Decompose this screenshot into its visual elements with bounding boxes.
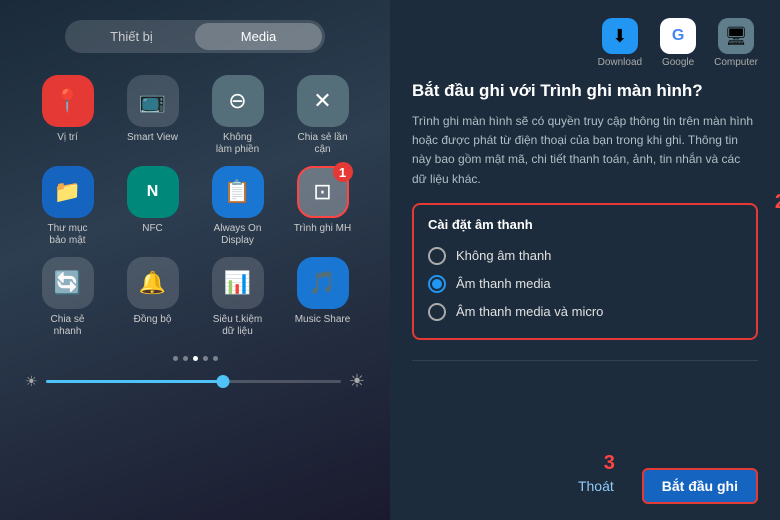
always-on-label: Always OnDisplay bbox=[214, 223, 262, 247]
audio-settings-box: Cài đặt âm thanh Không âm thanh Âm thanh… bbox=[412, 203, 758, 340]
smart-view-icon: 📺 bbox=[127, 75, 179, 127]
radio-media-audio-circle bbox=[428, 275, 446, 293]
brightness-thumb bbox=[216, 375, 229, 388]
radio-media-micro-label: Âm thanh media và micro bbox=[456, 304, 603, 319]
radio-media-audio-label: Âm thanh media bbox=[456, 276, 551, 291]
start-button-label: Bắt đầu ghi bbox=[662, 478, 738, 494]
radio-media-micro[interactable]: Âm thanh media và micro bbox=[428, 298, 742, 326]
icon-smart-view[interactable]: 📺 Smart View bbox=[113, 75, 193, 156]
pagination-dots bbox=[173, 356, 218, 361]
thu-muc-label: Thư mụcbảo mật bbox=[47, 223, 87, 247]
step3-badge: 3 bbox=[604, 452, 615, 475]
always-on-icon: 📋 bbox=[212, 166, 264, 218]
dot-4 bbox=[203, 356, 208, 361]
tab-media[interactable]: Media bbox=[195, 23, 322, 50]
left-panel: Thiết bị Media 📍 Vị trí 📺 Smart View ⊖ K… bbox=[0, 0, 390, 520]
icons-grid: 📍 Vị trí 📺 Smart View ⊖ Khônglàm phiền ✕… bbox=[28, 75, 363, 338]
dialog-title: Bắt đầu ghi với Trình ghi màn hình? bbox=[412, 80, 758, 102]
radio-no-audio-circle bbox=[428, 247, 446, 265]
app-computer[interactable]: 🖥 Computer bbox=[714, 18, 758, 68]
brightness-bar: ☀ ☀ bbox=[25, 371, 365, 392]
right-panel: ⬇ Download G Google 🖥 Computer Bắt đầu g… bbox=[390, 0, 780, 520]
icon-sieu-tiet-kiem[interactable]: 📊 Siêu t.kiệmdữ liệu bbox=[198, 257, 278, 338]
top-apps-row: ⬇ Download G Google 🖥 Computer bbox=[412, 18, 758, 68]
app-download[interactable]: ⬇ Download bbox=[598, 18, 642, 68]
dialog-description: Trình ghi màn hình sẽ có quyền truy cập … bbox=[412, 112, 758, 189]
tab-device[interactable]: Thiết bị bbox=[68, 23, 195, 50]
dot-3 bbox=[193, 356, 198, 361]
dot-1 bbox=[173, 356, 178, 361]
vi-tri-label: Vị trí bbox=[57, 132, 78, 144]
audio-box-title: Cài đặt âm thanh bbox=[428, 217, 742, 232]
dot-2 bbox=[183, 356, 188, 361]
icon-khong-lam-phien[interactable]: ⊖ Khônglàm phiền bbox=[198, 75, 278, 156]
google-label: Google bbox=[662, 57, 694, 68]
icon-vi-tri[interactable]: 📍 Vị trí bbox=[28, 75, 108, 156]
thu-muc-icon: 📁 bbox=[42, 166, 94, 218]
radio-no-audio[interactable]: Không âm thanh bbox=[428, 242, 742, 270]
chia-se-nhanh-icon: 🔄 bbox=[42, 257, 94, 309]
download-icon: ⬇ bbox=[602, 18, 638, 54]
start-recording-button[interactable]: 3 Bắt đầu ghi bbox=[642, 468, 758, 504]
radio-inner-dot bbox=[432, 279, 442, 289]
icon-dong-bo[interactable]: 🔔 Đồng bộ bbox=[113, 257, 193, 338]
vi-tri-icon: 📍 bbox=[42, 75, 94, 127]
dot-5 bbox=[213, 356, 218, 361]
app-google[interactable]: G Google bbox=[660, 18, 696, 68]
icon-thu-muc-bao-mat[interactable]: 📁 Thư mụcbảo mật bbox=[28, 166, 108, 247]
divider bbox=[412, 360, 758, 361]
icon-trinh-ghi-mh[interactable]: ⊡ 1 Trình ghi MH bbox=[283, 166, 363, 247]
exit-button[interactable]: Thoát bbox=[564, 470, 628, 502]
chia-se-nhanh-label: Chia sẻnhanh bbox=[51, 314, 85, 338]
icon-chia-se-nhanh[interactable]: 🔄 Chia sẻnhanh bbox=[28, 257, 108, 338]
radio-no-audio-label: Không âm thanh bbox=[456, 248, 551, 263]
download-label: Download bbox=[598, 57, 642, 68]
radio-media-micro-circle bbox=[428, 303, 446, 321]
sieu-tiet-kiem-icon: 📊 bbox=[212, 257, 264, 309]
icon-music-share[interactable]: 🎵 Music Share bbox=[283, 257, 363, 338]
khong-lam-phien-label: Khônglàm phiền bbox=[216, 132, 259, 156]
brightness-low-icon: ☀ bbox=[25, 373, 38, 390]
google-icon: G bbox=[660, 18, 696, 54]
brightness-track[interactable] bbox=[46, 380, 341, 383]
chia-se-lan-can-label: Chia sẻ lầncận bbox=[297, 132, 347, 156]
step1-badge: 1 bbox=[333, 162, 353, 182]
dong-bo-label: Đồng bộ bbox=[134, 314, 172, 326]
nfc-icon: N bbox=[127, 166, 179, 218]
chia-se-lan-can-icon: ✕ bbox=[297, 75, 349, 127]
icon-nfc[interactable]: N NFC bbox=[113, 166, 193, 247]
nfc-label: NFC bbox=[142, 223, 163, 235]
trinh-ghi-label: Trình ghi MH bbox=[294, 223, 351, 235]
radio-media-audio[interactable]: Âm thanh media bbox=[428, 270, 742, 298]
brightness-fill bbox=[46, 380, 223, 383]
sieu-tiet-kiem-label: Siêu t.kiệmdữ liệu bbox=[213, 314, 262, 338]
music-share-label: Music Share bbox=[295, 314, 351, 326]
step2-badge: 2 bbox=[775, 191, 780, 214]
icon-chia-se-lan-can[interactable]: ✕ Chia sẻ lầncận bbox=[283, 75, 363, 156]
khong-lam-phien-icon: ⊖ bbox=[212, 75, 264, 127]
trinh-ghi-icon: ⊡ 1 bbox=[297, 166, 349, 218]
smart-view-label: Smart View bbox=[127, 132, 178, 144]
dong-bo-icon: 🔔 bbox=[127, 257, 179, 309]
computer-icon: 🖥 bbox=[718, 18, 754, 54]
brightness-high-icon: ☀ bbox=[349, 371, 365, 392]
music-share-icon: 🎵 bbox=[297, 257, 349, 309]
computer-label: Computer bbox=[714, 57, 758, 68]
tabs-bar[interactable]: Thiết bị Media bbox=[65, 20, 325, 53]
dialog-actions: Thoát 3 Bắt đầu ghi bbox=[412, 462, 758, 504]
icon-always-on[interactable]: 📋 Always OnDisplay bbox=[198, 166, 278, 247]
